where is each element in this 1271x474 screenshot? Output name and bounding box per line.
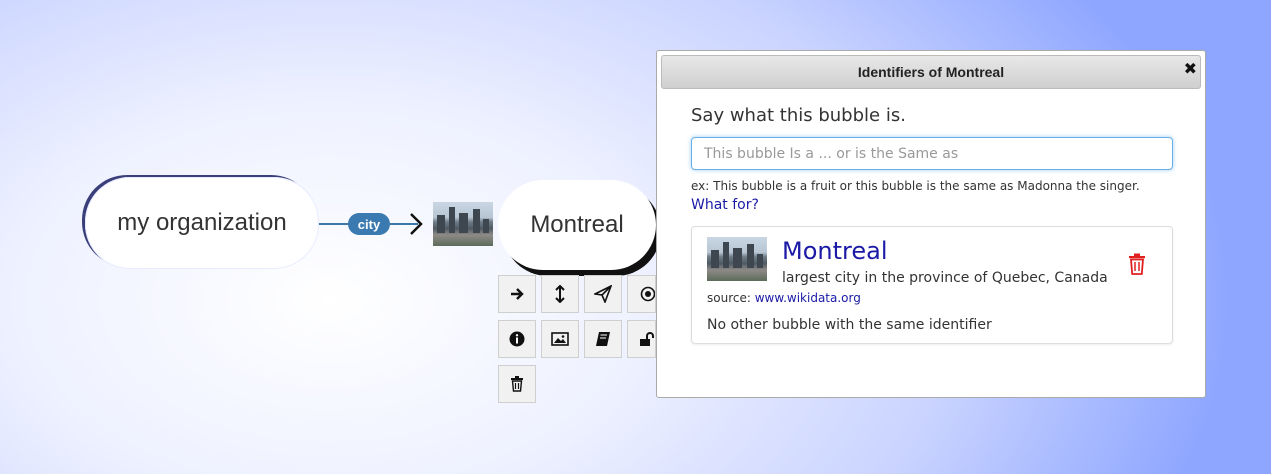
relation-label-text: city xyxy=(357,216,381,232)
target-icon xyxy=(640,286,655,302)
paper-plane-icon xyxy=(594,285,612,303)
unlock-icon xyxy=(640,332,654,346)
identifier-source: source: www.wikidata.org xyxy=(707,291,861,305)
example-text: ex: This bubble is a fruit or this bubbl… xyxy=(691,179,1140,193)
add-child-button[interactable] xyxy=(498,275,536,313)
montreal-thumbnail[interactable] xyxy=(433,202,493,246)
target-bubble[interactable]: Montreal xyxy=(498,180,656,270)
dialog-title: Identifiers of Montreal xyxy=(857,64,1005,80)
source-label: source: xyxy=(707,291,751,305)
image-icon xyxy=(551,332,569,346)
identifier-search-input[interactable] xyxy=(691,137,1173,170)
relation-edge-left xyxy=(319,223,349,225)
target-bubble-label: Montreal xyxy=(530,211,624,238)
dialog-prompt: Say what this bubble is. xyxy=(691,105,906,126)
lock-button[interactable] xyxy=(627,320,656,358)
center-bubble-label: my organization xyxy=(117,209,287,236)
delete-bubble-button[interactable] xyxy=(498,365,536,403)
dialog-titlebar[interactable]: Identifiers of Montreal xyxy=(661,55,1201,89)
move-button[interactable] xyxy=(541,275,579,313)
share-button[interactable] xyxy=(584,275,622,313)
identifier-description: largest city in the province of Quebec, … xyxy=(782,270,1108,286)
trash-icon xyxy=(511,376,523,392)
vertical-arrows-icon xyxy=(555,285,565,303)
info-icon xyxy=(509,331,525,347)
identifiers-dialog: Identifiers of Montreal ✖ Say what this … xyxy=(656,50,1206,398)
identifier-title[interactable]: Montreal xyxy=(782,237,888,265)
what-for-link[interactable]: What for? xyxy=(691,197,759,213)
close-icon[interactable]: ✖ xyxy=(1184,59,1197,78)
focus-button[interactable] xyxy=(627,275,656,313)
arrow-head-icon xyxy=(410,213,423,235)
remove-identifier-icon[interactable] xyxy=(1128,253,1146,275)
center-bubble[interactable]: my organization xyxy=(85,177,319,269)
identifier-card: Montreal largest city in the province of… xyxy=(691,226,1173,344)
source-link[interactable]: www.wikidata.org xyxy=(755,291,861,305)
info-button[interactable] xyxy=(498,320,536,358)
arrow-right-icon xyxy=(511,288,524,300)
image-button[interactable] xyxy=(541,320,579,358)
relation-label[interactable]: city xyxy=(348,213,390,235)
identifier-image xyxy=(707,237,767,281)
book-button[interactable] xyxy=(584,320,622,358)
identifier-note: No other bubble with the same identifier xyxy=(707,317,992,333)
book-icon xyxy=(596,332,610,346)
